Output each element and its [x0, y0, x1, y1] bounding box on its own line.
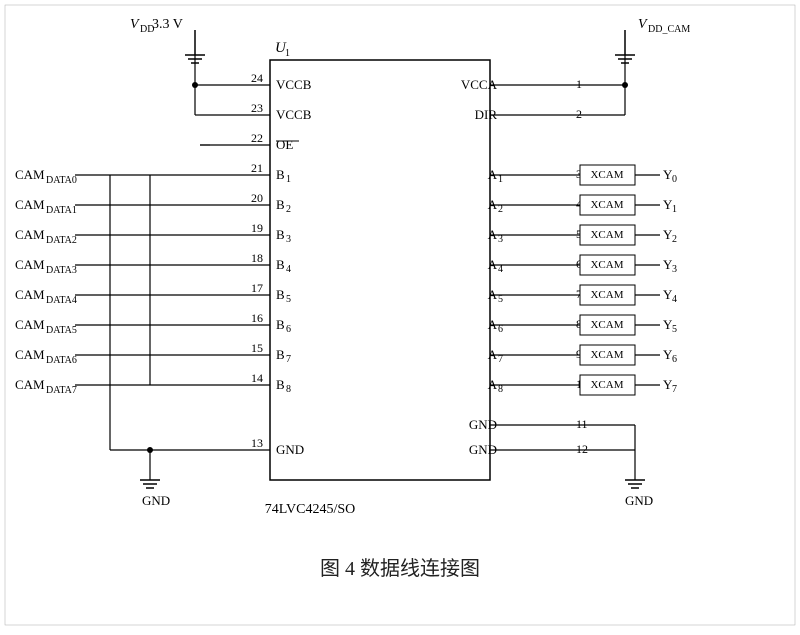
svg-text:6: 6: [286, 324, 291, 335]
svg-text:A: A: [488, 377, 498, 392]
svg-text:20: 20: [251, 191, 263, 205]
svg-text:B: B: [276, 317, 285, 332]
svg-text:GND: GND: [276, 442, 304, 457]
svg-text:6: 6: [498, 324, 503, 335]
svg-text:DATA1: DATA1: [46, 205, 77, 216]
svg-text:1: 1: [498, 174, 503, 185]
svg-text:2: 2: [498, 204, 503, 215]
svg-text:GND: GND: [469, 442, 497, 457]
svg-text:DATA3: DATA3: [46, 265, 77, 276]
svg-text:CAM: CAM: [15, 167, 45, 182]
svg-text:11: 11: [576, 417, 588, 431]
svg-text:14: 14: [251, 371, 263, 385]
svg-text:A: A: [488, 257, 498, 272]
svg-text:2: 2: [672, 234, 677, 245]
svg-text:DATA5: DATA5: [46, 325, 77, 336]
svg-text:B: B: [276, 347, 285, 362]
svg-text:B: B: [276, 287, 285, 302]
svg-text:23: 23: [251, 101, 263, 115]
svg-text:B: B: [276, 377, 285, 392]
svg-text:CAM: CAM: [15, 257, 45, 272]
svg-text:2: 2: [576, 107, 582, 121]
svg-text:CAM: CAM: [15, 377, 45, 392]
svg-text:VCCA: VCCA: [461, 77, 498, 92]
svg-text:74LVC4245/SO: 74LVC4245/SO: [265, 502, 356, 517]
svg-text:B: B: [276, 167, 285, 182]
svg-text:OE: OE: [276, 137, 293, 152]
svg-text:VCCB: VCCB: [276, 77, 312, 92]
svg-text:CAM: CAM: [15, 197, 45, 212]
svg-text:19: 19: [251, 221, 263, 235]
svg-text:7: 7: [498, 354, 503, 365]
svg-text:CAM: CAM: [15, 227, 45, 242]
svg-text:3.3 V: 3.3 V: [152, 17, 183, 32]
svg-text:21: 21: [251, 161, 263, 175]
svg-text:VCCB: VCCB: [276, 107, 312, 122]
svg-text:GND: GND: [142, 493, 170, 508]
svg-text:DATA2: DATA2: [46, 235, 77, 246]
svg-text:3: 3: [286, 234, 291, 245]
svg-text:3: 3: [498, 234, 503, 245]
svg-text:A: A: [488, 227, 498, 242]
svg-text:图 4 数据线连接图: 图 4 数据线连接图: [320, 557, 480, 580]
svg-text:5: 5: [672, 324, 677, 335]
svg-text:5: 5: [498, 294, 503, 305]
svg-text:15: 15: [251, 341, 263, 355]
svg-text:6: 6: [672, 354, 677, 365]
svg-text:A: A: [488, 287, 498, 302]
svg-text:1: 1: [285, 48, 290, 59]
svg-text:B: B: [276, 197, 285, 212]
svg-text:8: 8: [498, 384, 503, 395]
svg-text:16: 16: [251, 311, 263, 325]
svg-text:4: 4: [672, 294, 677, 305]
svg-text:CAM: CAM: [15, 317, 45, 332]
svg-text:4: 4: [286, 264, 291, 275]
svg-text:3: 3: [672, 264, 677, 275]
svg-text:5: 5: [286, 294, 291, 305]
svg-text:A: A: [488, 167, 498, 182]
svg-text:B: B: [276, 227, 285, 242]
svg-text:DD_CAM: DD_CAM: [648, 24, 690, 35]
svg-text:4: 4: [498, 264, 503, 275]
svg-text:GND: GND: [625, 493, 653, 508]
svg-text:XCAM: XCAM: [590, 199, 623, 211]
svg-text:CAM: CAM: [15, 287, 45, 302]
svg-text:A: A: [488, 197, 498, 212]
svg-text:2: 2: [286, 204, 291, 215]
svg-text:22: 22: [251, 131, 263, 145]
svg-text:1: 1: [286, 174, 291, 185]
svg-text:XCAM: XCAM: [590, 289, 623, 301]
svg-text:24: 24: [251, 71, 263, 85]
svg-text:DATA7: DATA7: [46, 385, 77, 396]
svg-text:7: 7: [672, 384, 677, 395]
svg-text:13: 13: [251, 436, 263, 450]
svg-text:DATA4: DATA4: [46, 295, 77, 306]
svg-text:XCAM: XCAM: [590, 169, 623, 181]
svg-text:DATA6: DATA6: [46, 355, 77, 366]
svg-text:18: 18: [251, 251, 263, 265]
svg-text:V: V: [638, 17, 648, 32]
svg-text:XCAM: XCAM: [590, 229, 623, 241]
svg-text:XCAM: XCAM: [590, 259, 623, 271]
svg-text:8: 8: [286, 384, 291, 395]
svg-text:XCAM: XCAM: [590, 319, 623, 331]
svg-text:XCAM: XCAM: [590, 379, 623, 391]
svg-text:12: 12: [576, 442, 588, 456]
svg-text:17: 17: [251, 281, 263, 295]
svg-text:V: V: [130, 17, 140, 32]
svg-text:1: 1: [576, 77, 582, 91]
svg-text:7: 7: [286, 354, 291, 365]
svg-text:DIR: DIR: [475, 107, 498, 122]
svg-text:0: 0: [672, 174, 677, 185]
svg-text:XCAM: XCAM: [590, 349, 623, 361]
svg-text:CAM: CAM: [15, 347, 45, 362]
svg-text:GND: GND: [469, 417, 497, 432]
svg-text:B: B: [276, 257, 285, 272]
svg-text:A: A: [488, 347, 498, 362]
svg-text:A: A: [488, 317, 498, 332]
diagram-container: U 1 74LVC4245/SO 24 VCCB 23 VCCB 22 OE 2…: [0, 0, 800, 635]
svg-text:DATA0: DATA0: [46, 175, 77, 186]
svg-text:1: 1: [672, 204, 677, 215]
